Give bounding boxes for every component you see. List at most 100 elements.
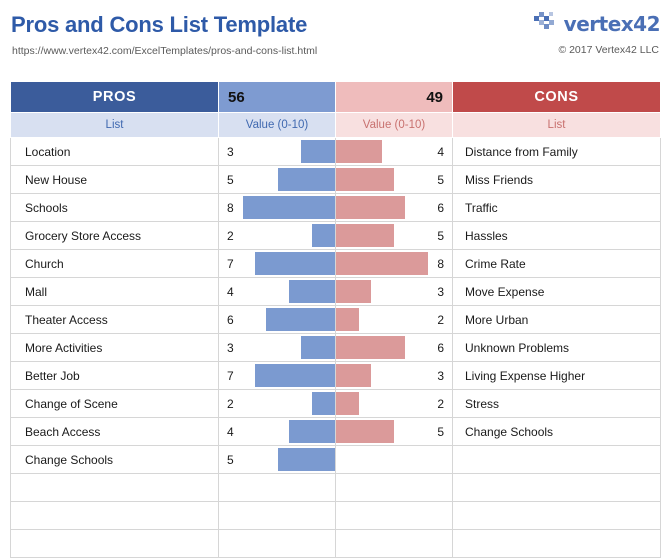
pros-value-cell[interactable]: 8 <box>218 193 336 222</box>
cons-value-cell[interactable]: 8 <box>335 249 453 278</box>
cons-value-bar <box>336 280 371 303</box>
pros-value-cell[interactable]: 2 <box>218 389 336 418</box>
pros-value-cell[interactable]: 7 <box>218 249 336 278</box>
pros-value-number: 7 <box>227 256 234 271</box>
table-row[interactable]: New House 5 5 Miss Friends <box>10 165 661 194</box>
cons-value-cell[interactable]: 4 <box>335 137 453 166</box>
table-row[interactable]: Location 3 4 Distance from Family <box>10 137 661 166</box>
pros-value-cell[interactable] <box>218 473 336 502</box>
cons-item-label[interactable] <box>452 473 661 502</box>
pros-item-label[interactable]: Change Schools <box>10 445 219 474</box>
cons-value-bar <box>336 308 359 331</box>
cons-item-label[interactable]: More Urban <box>452 305 661 334</box>
table-row[interactable]: Mall 4 3 Move Expense <box>10 277 661 306</box>
pros-value-cell[interactable]: 5 <box>218 165 336 194</box>
pros-value-bar <box>254 364 335 387</box>
cons-value-cell[interactable]: 2 <box>335 389 453 418</box>
pros-value-number: 2 <box>227 228 234 243</box>
pros-value-cell[interactable]: 5 <box>218 445 336 474</box>
table-row[interactable]: Beach Access 4 5 Change Schools <box>10 417 661 446</box>
pros-value-bar <box>254 252 335 275</box>
cons-header-cell: CONS <box>452 81 661 113</box>
cons-item-label[interactable]: Distance from Family <box>452 137 661 166</box>
cons-value-cell[interactable] <box>335 501 453 530</box>
cons-item-label[interactable]: Move Expense <box>452 277 661 306</box>
table-row[interactable]: Change of Scene 2 2 Stress <box>10 389 661 418</box>
table-subheader-row: List Value (0-10) Value (0-10) List <box>10 112 661 138</box>
cons-item-label[interactable]: Crime Rate <box>452 249 661 278</box>
pros-item-label[interactable]: Grocery Store Access <box>10 221 219 250</box>
pros-item-label[interactable]: Schools <box>10 193 219 222</box>
pros-item-label[interactable]: Church <box>10 249 219 278</box>
pros-value-number: 8 <box>227 200 234 215</box>
cons-item-label[interactable]: Unknown Problems <box>452 333 661 362</box>
cons-value-cell[interactable]: 5 <box>335 221 453 250</box>
pros-item-label[interactable]: Change of Scene <box>10 389 219 418</box>
cons-value-bar <box>336 336 405 359</box>
cons-value-bar <box>336 392 359 415</box>
cons-value-bar <box>336 364 371 387</box>
cons-value-cell[interactable] <box>335 445 453 474</box>
pros-item-label[interactable] <box>10 473 219 502</box>
pros-value-cell[interactable]: 6 <box>218 305 336 334</box>
cons-value-cell[interactable]: 3 <box>335 361 453 390</box>
pros-value-cell[interactable] <box>218 501 336 530</box>
pros-value-cell[interactable]: 7 <box>218 361 336 390</box>
cons-value-cell[interactable] <box>335 473 453 502</box>
table-row[interactable]: Better Job 7 3 Living Expense Higher <box>10 361 661 390</box>
pros-and-cons-template-page: Pros and Cons List Template https://www.… <box>0 0 671 560</box>
cons-value-cell[interactable]: 2 <box>335 305 453 334</box>
pros-cons-table: PROS 56 49 CONS List Value (0-10) Value … <box>10 81 661 558</box>
cons-item-label[interactable]: Hassles <box>452 221 661 250</box>
template-url[interactable]: https://www.vertex42.com/ExcelTemplates/… <box>12 45 317 57</box>
cons-item-label[interactable]: Change Schools <box>452 417 661 446</box>
pros-item-label[interactable]: Theater Access <box>10 305 219 334</box>
pros-item-label[interactable] <box>10 529 219 558</box>
cons-item-label[interactable] <box>452 445 661 474</box>
cons-item-label[interactable]: Stress <box>452 389 661 418</box>
pros-value-bar <box>312 392 335 415</box>
table-row[interactable]: Schools 8 6 Traffic <box>10 193 661 222</box>
pros-value-cell[interactable]: 2 <box>218 221 336 250</box>
cons-value-number: 8 <box>437 256 444 271</box>
cons-value-number: 5 <box>437 172 444 187</box>
cons-value-cell[interactable]: 3 <box>335 277 453 306</box>
cons-value-cell[interactable]: 6 <box>335 193 453 222</box>
table-row[interactable]: More Activities 3 6 Unknown Problems <box>10 333 661 362</box>
pros-item-label[interactable] <box>10 501 219 530</box>
pros-item-label[interactable]: Better Job <box>10 361 219 390</box>
table-row[interactable]: Church 7 8 Crime Rate <box>10 249 661 278</box>
pros-value-cell[interactable]: 4 <box>218 417 336 446</box>
pros-item-label[interactable]: More Activities <box>10 333 219 362</box>
pros-value-number: 3 <box>227 144 234 159</box>
table-row[interactable]: Grocery Store Access 2 5 Hassles <box>10 221 661 250</box>
table-row[interactable] <box>10 473 661 502</box>
cons-value-cell[interactable]: 6 <box>335 333 453 362</box>
cons-value-bar <box>336 140 382 163</box>
table-row[interactable] <box>10 501 661 530</box>
vertex42-wordmark: vertex42 <box>563 11 661 36</box>
cons-value-cell[interactable]: 5 <box>335 165 453 194</box>
pros-item-label[interactable]: Location <box>10 137 219 166</box>
pros-item-label[interactable]: Mall <box>10 277 219 306</box>
pros-value-cell[interactable]: 3 <box>218 333 336 362</box>
cons-value-cell[interactable] <box>335 529 453 558</box>
pros-value-cell[interactable] <box>218 529 336 558</box>
cons-value-number: 2 <box>437 312 444 327</box>
table-row[interactable]: Theater Access 6 2 More Urban <box>10 305 661 334</box>
table-row[interactable]: Change Schools 5 <box>10 445 661 474</box>
cons-item-label[interactable] <box>452 529 661 558</box>
pros-value-number: 5 <box>227 172 234 187</box>
pros-value-cell[interactable]: 3 <box>218 137 336 166</box>
cons-item-label[interactable]: Traffic <box>452 193 661 222</box>
cons-item-label[interactable] <box>452 501 661 530</box>
pros-value-cell[interactable]: 4 <box>218 277 336 306</box>
cons-value-label: Value (0-10) <box>335 112 453 138</box>
table-row[interactable] <box>10 529 661 558</box>
pros-item-label[interactable]: New House <box>10 165 219 194</box>
cons-item-label[interactable]: Living Expense Higher <box>452 361 661 390</box>
cons-item-label[interactable]: Miss Friends <box>452 165 661 194</box>
pros-item-label[interactable]: Beach Access <box>10 417 219 446</box>
cons-value-cell[interactable]: 5 <box>335 417 453 446</box>
vertex42-logo[interactable]: vertex42 <box>533 10 661 37</box>
